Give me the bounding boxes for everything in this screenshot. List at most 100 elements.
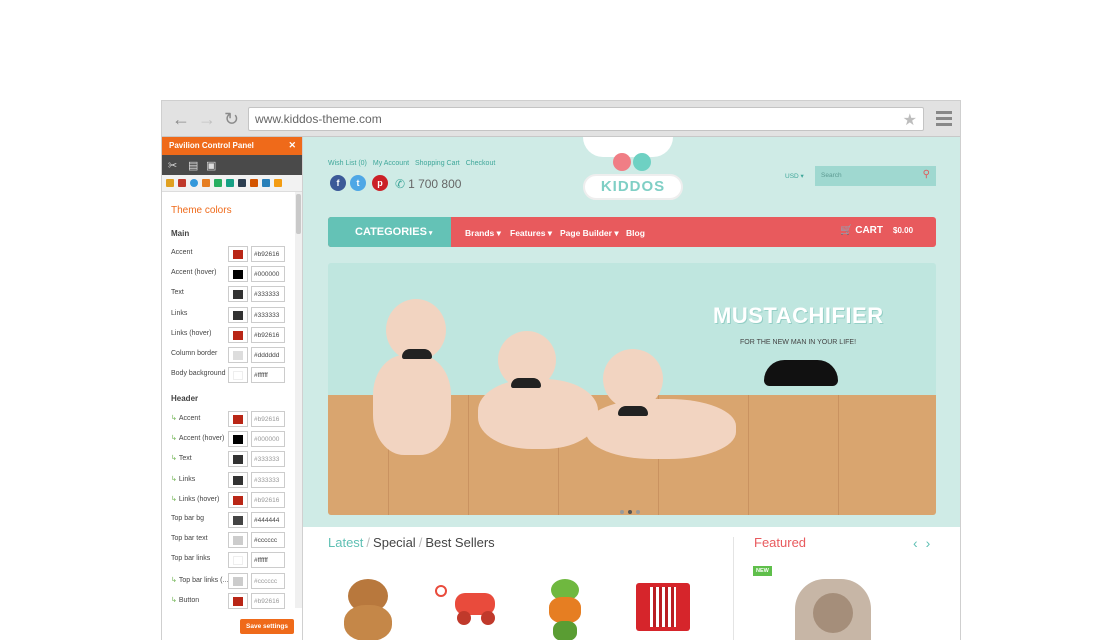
url-bar[interactable]: www.kiddos-theme.com ★	[248, 107, 924, 131]
chevron-right-icon[interactable]: ›	[926, 535, 931, 551]
grid-icon[interactable]	[214, 179, 222, 187]
slider-dots[interactable]	[620, 501, 644, 515]
color-hex-input[interactable]: #cccccc	[251, 532, 285, 549]
color-swatch[interactable]	[228, 592, 248, 609]
reload-icon[interactable]: ↻	[224, 109, 239, 129]
color-hex-input[interactable]: #dddddd	[251, 347, 285, 363]
product-accordion-image[interactable]	[636, 579, 690, 635]
color-hex-input[interactable]: #b92616	[251, 592, 285, 609]
color-swatch[interactable]	[228, 411, 248, 427]
color-swatch[interactable]	[228, 431, 248, 448]
image-icon[interactable]	[226, 179, 234, 187]
layout-icon[interactable]: ▤	[188, 159, 198, 172]
color-row-label: Links	[171, 310, 187, 317]
hero-slider[interactable]: MUSTACHIFIER FOR THE NEW MAN IN YOUR LIF…	[328, 263, 936, 515]
color-hex-input[interactable]: #444444	[251, 512, 285, 528]
product-pull-toy-image[interactable]	[431, 579, 509, 629]
color-hex-input[interactable]: #b92616	[251, 491, 285, 508]
twitter-icon[interactable]: t	[350, 175, 366, 191]
color-hex-input[interactable]: #b92616	[251, 246, 285, 262]
color-hex-input[interactable]: #333333	[251, 286, 285, 303]
color-swatch[interactable]	[228, 286, 248, 303]
color-swatch[interactable]	[228, 347, 248, 363]
column-divider	[733, 537, 734, 640]
color-hex-input[interactable]: #cccccc	[251, 572, 285, 589]
color-row: Accent #b92616	[171, 246, 289, 262]
color-row-label-text: Top bar links	[171, 555, 211, 563]
nav-features[interactable]: Features ▾	[510, 228, 552, 239]
color-row-label-text: Links (hover)	[171, 329, 212, 337]
pinterest-icon[interactable]: p	[372, 175, 388, 191]
list-icon[interactable]	[238, 179, 246, 187]
tab-latest[interactable]: Latest	[328, 535, 363, 550]
color-swatch[interactable]	[228, 451, 248, 468]
color-hex-input[interactable]: #333333	[251, 306, 285, 323]
palette-icon[interactable]	[190, 179, 198, 187]
color-swatch[interactable]	[228, 246, 248, 262]
product-jacket-image[interactable]	[783, 579, 883, 640]
browser-menu-icon[interactable]	[936, 111, 952, 129]
cart-link[interactable]: Shopping Cart	[415, 160, 460, 167]
users-icon[interactable]	[250, 179, 258, 187]
site-logo[interactable]: KIDDOS	[583, 174, 683, 200]
color-swatch[interactable]	[228, 552, 248, 569]
color-swatch[interactable]	[228, 572, 248, 589]
color-hex-input[interactable]: #333333	[251, 471, 285, 488]
text-icon[interactable]	[178, 179, 186, 187]
nav-blog[interactable]: Blog	[626, 228, 645, 238]
product-teddy-bear-image[interactable]	[338, 579, 398, 640]
color-swatch[interactable]	[228, 266, 248, 283]
inherit-arrow-icon: ↳	[171, 475, 177, 483]
checkout-link[interactable]: Checkout	[466, 160, 496, 167]
color-hex-input[interactable]: #000000	[251, 266, 285, 283]
panel-title: Pavilion Control Panel	[169, 141, 254, 150]
color-row-label: Top bar bg	[171, 515, 204, 522]
color-swatch[interactable]	[228, 367, 248, 384]
panel-scrollbar[interactable]	[295, 192, 302, 608]
color-swatch[interactable]	[228, 326, 248, 343]
search-icon[interactable]: ⚲	[923, 169, 930, 180]
close-icon[interactable]: ✕	[288, 140, 296, 151]
home-icon[interactable]	[202, 179, 210, 187]
color-row-label-text: Accent	[178, 415, 201, 422]
facebook-icon[interactable]: f	[330, 175, 346, 191]
mail-icon[interactable]	[274, 179, 282, 187]
color-swatch[interactable]	[228, 532, 248, 549]
tab-best-sellers[interactable]: Best Sellers	[425, 535, 494, 550]
tab-special[interactable]: Special	[373, 535, 416, 550]
website: Wish List (0) My Account Shopping Cart C…	[303, 137, 960, 640]
color-hex-input[interactable]: #333333	[251, 451, 285, 468]
color-hex-input[interactable]: #b92616	[251, 326, 285, 343]
color-hex-input[interactable]: #ffffff	[251, 367, 285, 384]
bookmark-star-icon[interactable]: ★	[903, 110, 917, 130]
cart-button[interactable]: 🛒 CART $0.00	[840, 225, 913, 236]
cart-icon[interactable]	[166, 179, 174, 187]
nav-brands[interactable]: Brands ▾	[465, 228, 501, 239]
color-swatch[interactable]	[228, 306, 248, 323]
color-hex-input[interactable]: #b92616	[251, 411, 285, 427]
color-swatch[interactable]	[228, 471, 248, 488]
search-input[interactable]: Search ⚲	[815, 166, 936, 186]
carousel-arrows: ‹ ›	[913, 535, 938, 551]
wishlist-link[interactable]: Wish List (0)	[328, 160, 367, 167]
image-icon[interactable]: ▣	[206, 159, 216, 172]
url-text: www.kiddos-theme.com	[255, 112, 382, 126]
color-row-label-text: Links	[171, 309, 188, 317]
forward-icon[interactable]: →	[198, 109, 216, 129]
color-hex-input[interactable]: #000000	[251, 431, 285, 448]
columns-icon[interactable]	[262, 179, 270, 187]
categories-menu[interactable]: CATEGORIES ▾	[328, 217, 451, 247]
tools-icon[interactable]: ✂	[168, 159, 177, 172]
color-hex-input[interactable]: #ffffff	[251, 552, 285, 569]
nav-page-builder[interactable]: Page Builder ▾	[560, 228, 619, 239]
currency-selector[interactable]: USD ▾	[785, 172, 804, 180]
save-settings-button[interactable]: Save settings	[240, 619, 294, 634]
product-frog-toy-image[interactable]	[543, 579, 587, 640]
account-link[interactable]: My Account	[373, 160, 409, 167]
color-swatch[interactable]	[228, 491, 248, 508]
back-icon[interactable]: ←	[172, 109, 190, 129]
color-swatch[interactable]	[228, 512, 248, 528]
chevron-left-icon[interactable]: ‹	[913, 535, 918, 551]
baby-body-image	[586, 399, 736, 459]
phone-icon: ✆	[395, 177, 406, 191]
